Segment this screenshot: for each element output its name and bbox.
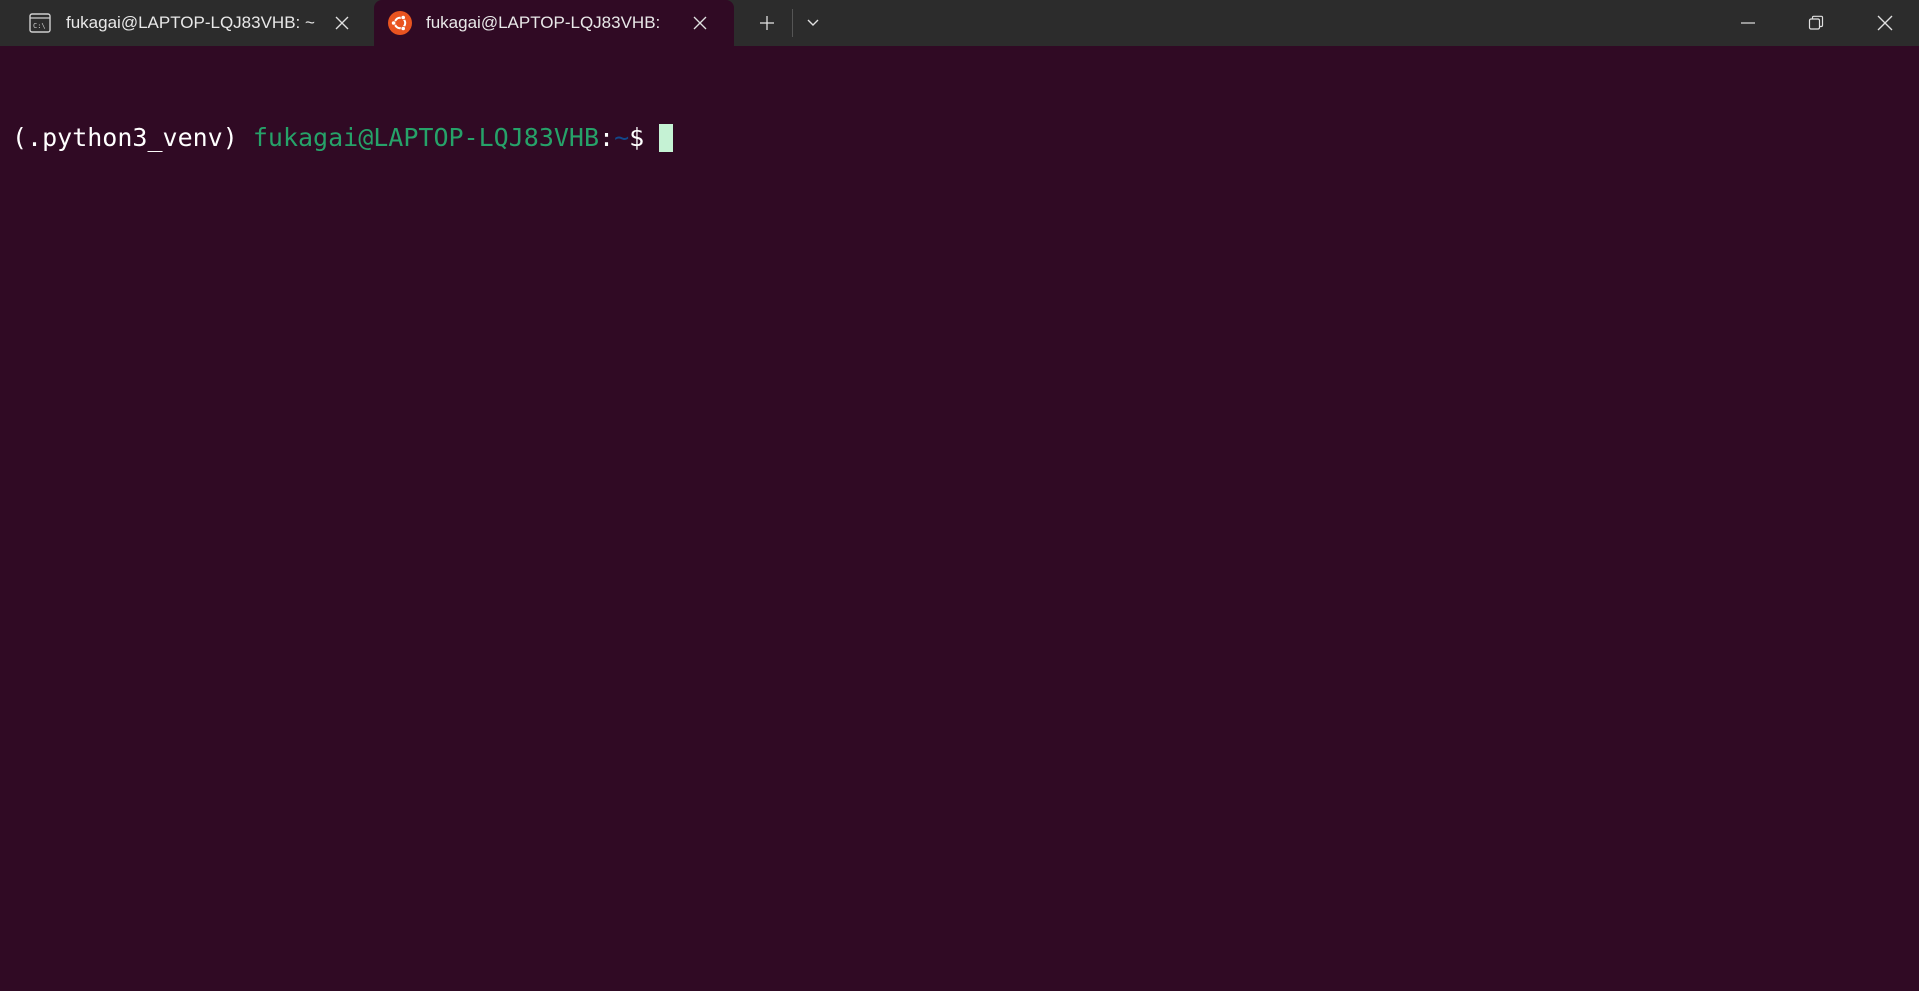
prompt-symbol: $: [629, 123, 645, 152]
restore-icon: [1808, 15, 1824, 30]
cmd-prompt-icon: C:\: [28, 11, 52, 35]
current-directory: ~: [614, 123, 630, 152]
ubuntu-icon: [388, 11, 412, 35]
close-icon: [1877, 15, 1893, 31]
tab-cmd[interactable]: C:\ fukagai@LAPTOP-LQJ83VHB: ~: [0, 0, 374, 46]
toolbar-divider: [792, 9, 793, 37]
window-close-button[interactable]: [1851, 0, 1919, 46]
close-icon: [335, 16, 349, 30]
tab-close-button[interactable]: [684, 7, 716, 39]
tab-bar: C:\ fukagai@LAPTOP-LQJ83VHB: ~ fukagai@L…: [0, 0, 1919, 46]
terminal-output[interactable]: (.python3_venv) fukagai@LAPTOP-LQJ83VHB:…: [0, 46, 1919, 991]
restore-button[interactable]: [1782, 0, 1850, 46]
close-icon: [693, 16, 707, 30]
new-tab-button[interactable]: [749, 6, 785, 40]
chevron-down-icon: [807, 19, 819, 26]
prompt-colon: :: [599, 123, 615, 152]
tab-dropdown-button[interactable]: [795, 6, 831, 40]
user-host: fukagai@LAPTOP-LQJ83VHB: [252, 123, 600, 152]
tab-title: fukagai@LAPTOP-LQJ83VHB: ~: [66, 13, 315, 32]
tab-ubuntu[interactable]: fukagai@LAPTOP-LQJ83VHB:: [374, 0, 734, 46]
text-cursor: [659, 124, 674, 152]
prompt-line: (.python3_venv) fukagai@LAPTOP-LQJ83VHB:…: [12, 122, 1907, 154]
venv-label: (.python3_venv): [12, 123, 238, 152]
minimize-button[interactable]: [1714, 0, 1782, 46]
svg-text:C:\: C:\: [33, 22, 46, 30]
tab-title: fukagai@LAPTOP-LQJ83VHB:: [426, 13, 661, 32]
minimize-icon: [1741, 22, 1755, 24]
plus-icon: [760, 16, 774, 30]
tab-close-button[interactable]: [326, 7, 358, 39]
terminal-window: C:\ fukagai@LAPTOP-LQJ83VHB: ~ fukagai@L…: [0, 0, 1919, 991]
